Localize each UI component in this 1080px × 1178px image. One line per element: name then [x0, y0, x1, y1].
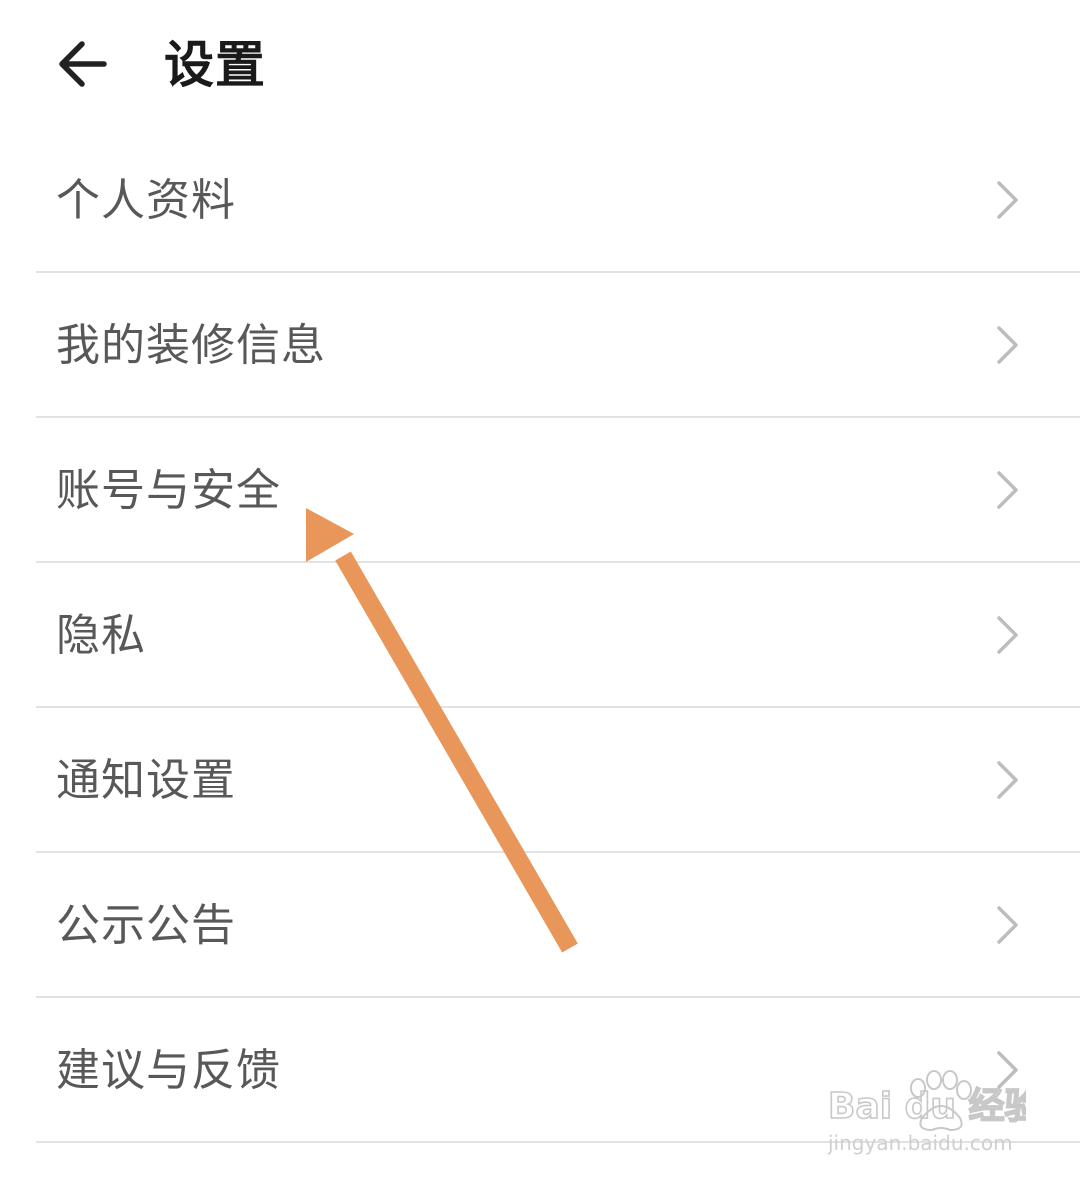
menu-item-account-security[interactable]: 账号与安全: [0, 418, 1080, 563]
settings-menu: 个人资料 我的装修信息 账号与安全 隐私 通知设置 公示公告 建议与反馈: [0, 128, 1080, 1143]
menu-item-renovation-info[interactable]: 我的装修信息: [0, 273, 1080, 418]
chevron-right-icon: [997, 471, 1018, 509]
menu-item-profile[interactable]: 个人资料: [0, 128, 1080, 273]
menu-item-label: 建议与反馈: [56, 1045, 281, 1096]
chevron-right-icon: [997, 616, 1018, 654]
menu-item-privacy[interactable]: 隐私: [0, 563, 1080, 708]
menu-item-announcements[interactable]: 公示公告: [0, 853, 1080, 998]
menu-item-label: 隐私: [56, 610, 146, 661]
menu-item-feedback[interactable]: 建议与反馈: [0, 998, 1080, 1143]
chevron-right-icon: [997, 326, 1018, 364]
menu-item-label: 账号与安全: [56, 465, 281, 516]
menu-item-notification-settings[interactable]: 通知设置: [0, 708, 1080, 853]
chevron-right-icon: [997, 181, 1018, 219]
chevron-right-icon: [997, 761, 1018, 799]
menu-item-label: 个人资料: [56, 175, 236, 226]
menu-item-label: 通知设置: [56, 755, 236, 806]
divider: [36, 1141, 1080, 1143]
back-button[interactable]: [44, 26, 120, 102]
arrow-left-icon: [59, 41, 107, 87]
menu-item-label: 公示公告: [56, 900, 236, 951]
chevron-right-icon: [997, 1051, 1018, 1089]
menu-item-label: 我的装修信息: [56, 320, 326, 371]
chevron-right-icon: [997, 906, 1018, 944]
page-title: 设置: [164, 36, 266, 94]
app-header: 设置: [0, 0, 1080, 128]
